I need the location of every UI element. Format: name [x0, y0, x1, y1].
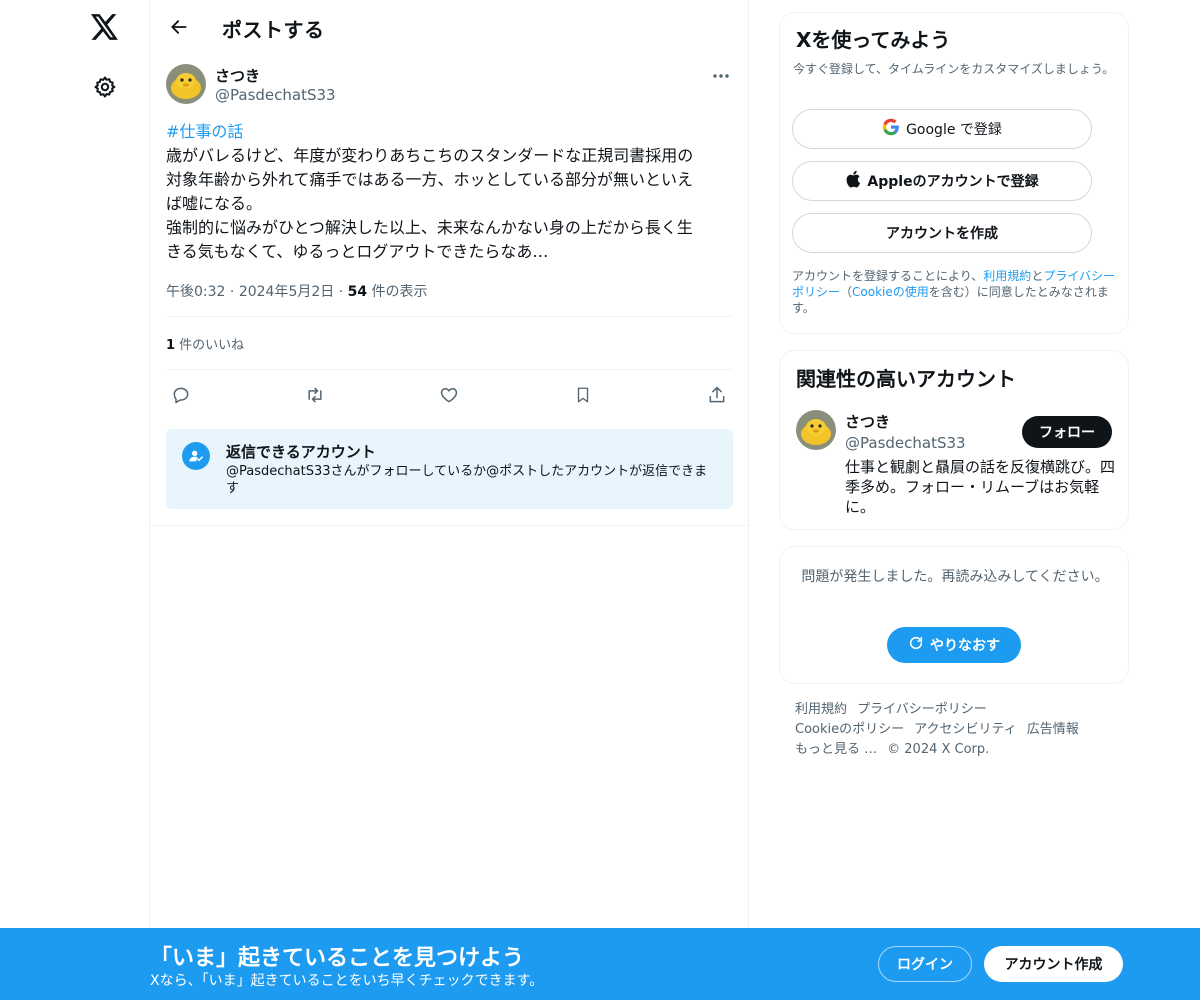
likes-label: 件のいいね: [175, 338, 245, 353]
tweet-actions: [166, 380, 733, 410]
create-account-label: アカウントを作成: [886, 226, 998, 242]
signup-subtitle: 今すぐ登録して、タイムラインをカスタマイズしましょう。: [793, 62, 1115, 76]
signup-title: Xを使ってみよう: [796, 28, 951, 52]
tweet-line: 対象年齢から外れて痛手ではある一方、ホッとしている部分が無いといえ: [166, 170, 694, 189]
related-account-handle[interactable]: @PasdechatS33: [845, 434, 966, 452]
likes-count-row[interactable]: 1 件のいいね: [166, 334, 244, 353]
footer-accessibility-link[interactable]: アクセシビリティ: [914, 722, 1017, 737]
views-count: 54: [347, 284, 368, 300]
page-header: ポストする: [150, 0, 749, 54]
bottom-banner: 「いま」起きていることを見つけよう Xなら、「いま」起きていることをいち早くチェ…: [0, 928, 1200, 1000]
divider: [166, 369, 733, 370]
tweet-line: 強制的に悩みがひとつ解決した以上、未来なんかない身の上だから長く生: [166, 218, 693, 237]
views-label: 件の表示: [367, 284, 428, 300]
tweet-time[interactable]: 午後0:32: [166, 284, 225, 300]
likes-count: 1: [166, 338, 176, 353]
related-accounts-card: 関連性の高いアカウント さつき @PasdechatS33 フォロー 仕事と観劇…: [779, 350, 1129, 530]
terms-link[interactable]: 利用規約: [983, 269, 1031, 283]
legal-text: （: [840, 285, 853, 299]
error-message: 問題が発生しました。再読み込みしてください。: [801, 569, 1109, 585]
like-heart-icon[interactable]: [434, 380, 464, 410]
author-name[interactable]: さつき: [215, 65, 260, 86]
related-account-bio: 仕事と観劇と贔屓の話を反復横跳び。四季多め。フォロー・リムーブはお気軽に。: [845, 458, 1116, 516]
login-button[interactable]: ログイン: [878, 946, 972, 982]
error-card: 問題が発生しました。再読み込みしてください。 やりなおす: [779, 546, 1129, 684]
signup-legal-text: アカウントを登録することにより、利用規約とプライバシーポリシー（Cookieの使…: [792, 268, 1118, 316]
tweet-meta: 午後0:32 · 2024年5月2日 · 54 件の表示: [166, 281, 428, 301]
legal-text: アカウントを登録することにより、: [792, 269, 984, 283]
legal-text: と: [1031, 269, 1044, 283]
author-handle[interactable]: @PasdechatS33: [215, 86, 336, 104]
tweet-line: きる気もなくて、ゆるっとログアウトできたらなあ…: [166, 242, 549, 261]
banner-subtitle: Xなら、「いま」起きていることをいち早くチェックできます。: [150, 973, 544, 989]
tweet-line: 歳がバレるけど、年度が変わりあちこちのスタンダードな正規司書採用の: [166, 146, 694, 165]
google-signup-label: Google で登録: [906, 122, 1002, 138]
banner-title: 「いま」起きていることを見つけよう: [150, 946, 525, 971]
reply-restriction-notice: 返信できるアカウント @PasdechatS33さんがフォローしているか@ポスト…: [166, 429, 733, 509]
page-title: ポストする: [222, 18, 325, 42]
tweet-date[interactable]: 2024年5月2日: [239, 284, 334, 300]
main-column: ポストする さつき @PasdechatS33 #仕事の話 歳がバレるけど、年度…: [150, 0, 749, 1000]
x-logo-icon[interactable]: [89, 11, 121, 43]
signup-card: Xを使ってみよう 今すぐ登録して、タイムラインをカスタマイズしましょう。 Goo…: [779, 12, 1129, 334]
reply-notice-title: 返信できるアカウント: [226, 443, 376, 461]
user-check-icon: [182, 442, 210, 470]
create-account-button[interactable]: アカウントを作成: [792, 213, 1092, 253]
cookie-link[interactable]: Cookieの使用: [852, 285, 929, 299]
footer-more-link[interactable]: もっと見る …: [795, 742, 877, 757]
bookmark-icon[interactable]: [568, 380, 598, 410]
footer-links: 利用規約 プライバシーポリシー Cookieのポリシー アクセシビリティ 広告情報 も…: [795, 700, 1115, 760]
footer-terms-link[interactable]: 利用規約: [795, 702, 847, 717]
tweet-line: ば嘘になる。: [166, 194, 263, 213]
related-title: 関連性の高いアカウント: [796, 367, 1016, 391]
footer-cookie-link[interactable]: Cookieのポリシー: [795, 722, 904, 737]
apple-signup-label: Appleのアカウントで登録: [867, 174, 1039, 190]
share-icon[interactable]: [702, 380, 732, 410]
avatar[interactable]: [166, 64, 206, 104]
reply-icon[interactable]: [166, 380, 196, 410]
meta-separator: ·: [229, 284, 235, 300]
avatar[interactable]: [796, 410, 836, 450]
reply-notice-description: @PasdechatS33さんがフォローしているか@ポストしたアカウントが返信で…: [226, 464, 708, 496]
divider: [166, 316, 733, 317]
google-signup-button[interactable]: Google で登録: [792, 109, 1092, 149]
refresh-icon: [908, 635, 924, 655]
gear-icon[interactable]: [89, 71, 121, 103]
footer-ads-link[interactable]: 広告情報: [1027, 722, 1079, 737]
follow-button[interactable]: フォロー: [1022, 416, 1112, 448]
left-nav: [0, 0, 150, 1000]
apple-signup-button[interactable]: Appleのアカウントで登録: [792, 161, 1092, 201]
banner-create-account-button[interactable]: アカウント作成: [984, 946, 1123, 982]
retry-label: やりなおす: [930, 638, 1000, 654]
more-options-icon[interactable]: [706, 66, 736, 86]
apple-logo-icon: [845, 170, 861, 192]
footer-privacy-link[interactable]: プライバシーポリシー: [857, 702, 987, 717]
google-logo-icon: [882, 118, 900, 140]
related-account-name[interactable]: さつき: [845, 411, 890, 432]
divider: [150, 525, 749, 526]
back-arrow-icon[interactable]: [162, 10, 196, 44]
meta-separator: ·: [338, 284, 344, 300]
retry-button[interactable]: やりなおす: [887, 627, 1021, 663]
hashtag-link[interactable]: #仕事の話: [166, 120, 733, 144]
repost-icon[interactable]: [300, 380, 330, 410]
copyright: © 2024 X Corp.: [887, 742, 990, 757]
tweet-text: #仕事の話 歳がバレるけど、年度が変わりあちこちのスタンダードな正規司書採用の …: [166, 120, 733, 264]
